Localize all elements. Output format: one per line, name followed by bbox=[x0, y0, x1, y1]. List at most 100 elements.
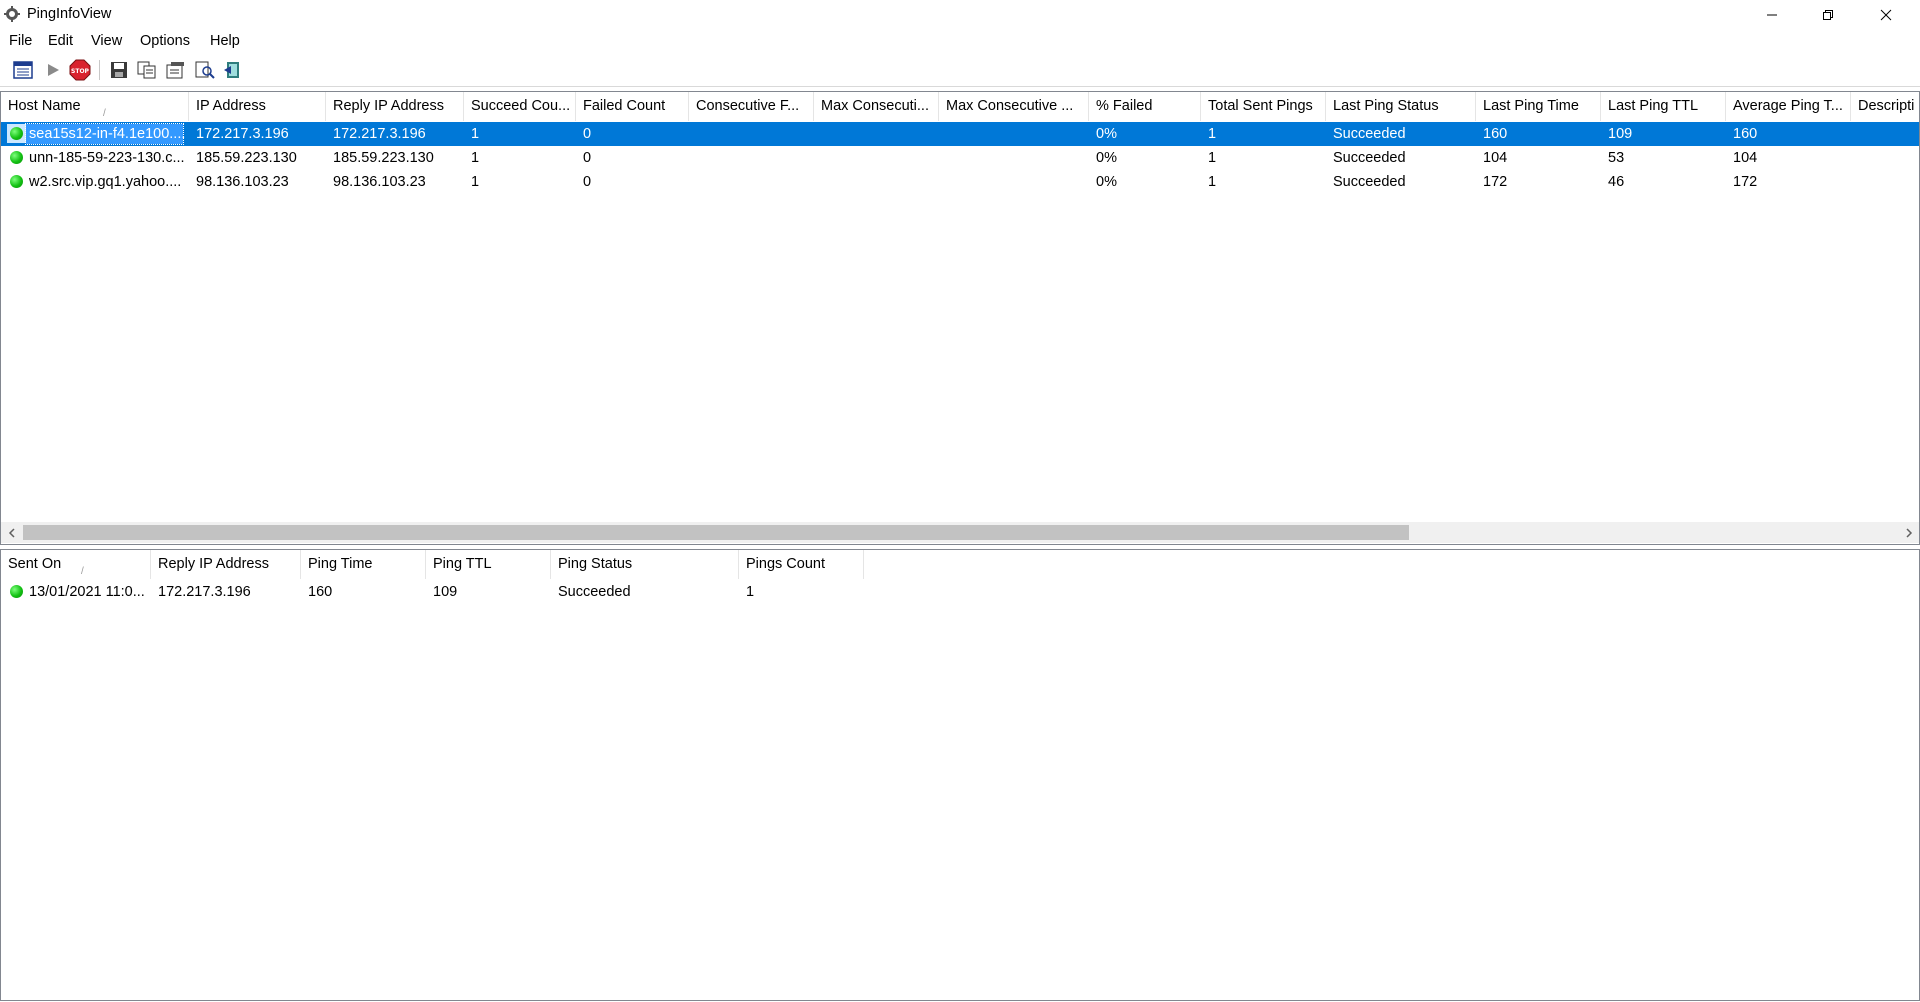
column-label: Average Ping T... bbox=[1733, 98, 1843, 114]
cell-average-time: 172 bbox=[1733, 174, 1758, 190]
column-label: Reply IP Address bbox=[333, 98, 444, 114]
svg-text:STOP: STOP bbox=[71, 68, 90, 75]
table-row[interactable]: sea15s12-in-f4.1e100.... 172.217.3.196 1… bbox=[1, 122, 1919, 146]
column-header-consecutive-failed[interactable]: Consecutive F... bbox=[689, 92, 814, 121]
scroll-left-button[interactable] bbox=[1, 522, 22, 543]
column-header-ip-address[interactable]: IP Address bbox=[189, 92, 326, 121]
select-hosts-icon bbox=[13, 61, 33, 79]
cell-last-ttl: 46 bbox=[1608, 174, 1625, 190]
cell-total-sent: 1 bbox=[1208, 174, 1217, 190]
close-icon bbox=[1880, 9, 1892, 21]
cell-reply-ip: 98.136.103.23 bbox=[333, 174, 426, 190]
find-button[interactable] bbox=[194, 59, 216, 81]
properties-button[interactable] bbox=[165, 59, 187, 81]
table-row[interactable]: unn-185-59-223-130.c... 185.59.223.130 1… bbox=[1, 146, 1919, 170]
close-button[interactable] bbox=[1858, 0, 1914, 30]
cell-last-time: 172 bbox=[1483, 174, 1508, 190]
stop-icon: STOP bbox=[69, 59, 91, 81]
chevron-left-icon bbox=[8, 527, 15, 538]
exit-icon bbox=[224, 62, 239, 78]
cell-ip-address: 185.59.223.130 bbox=[196, 150, 297, 166]
minimize-button[interactable] bbox=[1744, 0, 1800, 30]
cell-ping-ttl: 109 bbox=[433, 584, 458, 600]
exit-button[interactable] bbox=[222, 59, 244, 81]
cell-host-name: w2.src.vip.gq1.yahoo.... bbox=[29, 174, 182, 190]
column-header-max-consecutive[interactable]: Max Consecuti... bbox=[814, 92, 939, 121]
copy-icon bbox=[137, 61, 156, 79]
sort-indicator-icon: / bbox=[103, 108, 106, 119]
stop-button[interactable]: STOP bbox=[69, 59, 91, 81]
column-label: Descripti bbox=[1858, 98, 1915, 114]
column-label: Last Ping Status bbox=[1333, 98, 1439, 114]
select-hosts-button[interactable] bbox=[12, 59, 34, 81]
table-row[interactable]: 13/01/2021 11:0... 172.217.3.196 160 109… bbox=[1, 580, 1919, 604]
ping-history-list[interactable]: Sent On / Reply IP Address Ping Time Ping… bbox=[0, 549, 1920, 1001]
cell-percent-failed: 0% bbox=[1096, 150, 1117, 166]
cell-sent-on: 13/01/2021 11:0... bbox=[29, 584, 145, 600]
scroll-thumb[interactable] bbox=[23, 525, 1409, 540]
ping-history-header: Sent On / Reply IP Address Ping Time Ping… bbox=[1, 550, 1919, 579]
cell-percent-failed: 0% bbox=[1096, 126, 1117, 142]
app-icon bbox=[4, 6, 20, 22]
menu-bar: File Edit View Options Help bbox=[0, 30, 1920, 54]
column-label: Ping Status bbox=[558, 556, 633, 572]
column-header-total-sent-pings[interactable]: Total Sent Pings bbox=[1201, 92, 1326, 121]
cell-percent-failed: 0% bbox=[1096, 174, 1117, 190]
scroll-right-button[interactable] bbox=[1898, 522, 1919, 543]
cell-reply-ip: 185.59.223.130 bbox=[333, 150, 434, 166]
column-header-failed-count[interactable]: Failed Count bbox=[576, 92, 689, 121]
column-header-ping-status[interactable]: Ping Status bbox=[551, 550, 739, 579]
cell-last-ttl: 53 bbox=[1608, 150, 1625, 166]
column-header-last-ping-status[interactable]: Last Ping Status bbox=[1326, 92, 1476, 121]
column-header-description[interactable]: Descripti bbox=[1851, 92, 1919, 121]
start-ping-icon bbox=[48, 64, 59, 76]
sort-indicator-icon: / bbox=[81, 566, 84, 577]
chevron-right-icon bbox=[1905, 527, 1912, 538]
column-header-reply-ip-address[interactable]: Reply IP Address bbox=[326, 92, 464, 121]
minimize-icon bbox=[1767, 14, 1777, 16]
menu-view[interactable]: View bbox=[91, 33, 122, 49]
column-header-max-consecutive-2[interactable]: Max Consecutive ... bbox=[939, 92, 1089, 121]
column-header-host-name[interactable]: Host Name / bbox=[1, 92, 189, 121]
column-header-average-ping-time[interactable]: Average Ping T... bbox=[1726, 92, 1851, 121]
save-button[interactable] bbox=[108, 59, 130, 81]
column-header-ping-time[interactable]: Ping Time bbox=[301, 550, 426, 579]
column-header-pings-count[interactable]: Pings Count bbox=[739, 550, 864, 579]
menu-file[interactable]: File bbox=[9, 33, 32, 49]
toolbar: STOP bbox=[0, 54, 1920, 87]
cell-succeed-count: 1 bbox=[471, 126, 480, 142]
column-header-reply-ip-address[interactable]: Reply IP Address bbox=[151, 550, 301, 579]
cell-last-status: Succeeded bbox=[1333, 126, 1406, 142]
cell-last-time: 104 bbox=[1483, 150, 1508, 166]
column-header-percent-failed[interactable]: % Failed bbox=[1089, 92, 1201, 121]
title-bar: PingInfoView bbox=[0, 0, 1920, 30]
column-label: Consecutive F... bbox=[696, 98, 800, 114]
restore-button[interactable] bbox=[1800, 0, 1856, 30]
horizontal-scrollbar[interactable] bbox=[1, 522, 1919, 543]
cell-reply-ip: 172.217.3.196 bbox=[158, 584, 251, 600]
column-header-ping-ttl[interactable]: Ping TTL bbox=[426, 550, 551, 579]
column-header-last-ping-time[interactable]: Last Ping Time bbox=[1476, 92, 1601, 121]
column-header-last-ping-ttl[interactable]: Last Ping TTL bbox=[1601, 92, 1726, 121]
cell-ping-status: Succeeded bbox=[558, 584, 631, 600]
cell-ip-address: 172.217.3.196 bbox=[196, 126, 289, 142]
menu-edit[interactable]: Edit bbox=[48, 33, 73, 49]
table-row[interactable]: w2.src.vip.gq1.yahoo.... 98.136.103.23 9… bbox=[1, 170, 1919, 194]
menu-options[interactable]: Options bbox=[140, 33, 190, 49]
cell-total-sent: 1 bbox=[1208, 150, 1217, 166]
cell-ip-address: 98.136.103.23 bbox=[196, 174, 289, 190]
cell-reply-ip: 172.217.3.196 bbox=[333, 126, 426, 142]
start-ping-button[interactable] bbox=[42, 59, 64, 81]
cell-succeed-count: 1 bbox=[471, 174, 480, 190]
cell-average-time: 160 bbox=[1733, 126, 1758, 142]
cell-last-time: 160 bbox=[1483, 126, 1508, 142]
cell-last-ttl: 109 bbox=[1608, 126, 1633, 142]
column-header-succeed-count[interactable]: Succeed Cou... bbox=[464, 92, 576, 121]
copy-button[interactable] bbox=[136, 59, 158, 81]
hosts-list[interactable]: Host Name / IP Address Reply IP Address S… bbox=[0, 91, 1920, 545]
column-label: IP Address bbox=[196, 98, 266, 114]
cell-total-sent: 1 bbox=[1208, 126, 1217, 142]
menu-help[interactable]: Help bbox=[210, 33, 240, 49]
column-header-sent-on[interactable]: Sent On / bbox=[1, 550, 151, 579]
cell-last-status: Succeeded bbox=[1333, 174, 1406, 190]
